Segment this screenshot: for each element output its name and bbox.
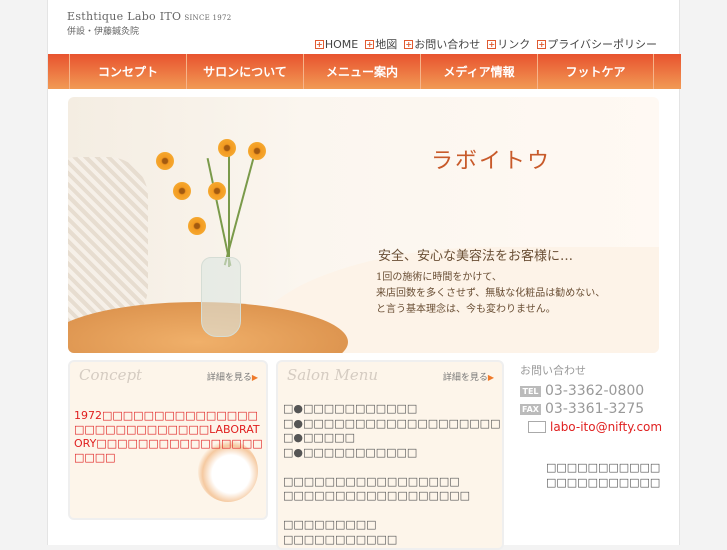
flower-icon	[218, 139, 236, 157]
hero-line: 来店回数を多くさせず、無駄な化粧品は勧めない、	[376, 288, 606, 299]
hero-line: と言う基本理念は、今も変わりません。	[376, 304, 556, 315]
logo-name: Esthtique Labo ITO	[67, 10, 182, 23]
logo-sub: 併設・伊藤鍼灸院	[67, 27, 140, 37]
menu-more-link[interactable]: 詳細を見る▶	[443, 370, 494, 383]
menu-line: □□□□□□□□□□□□□□□□□	[283, 474, 460, 488]
contact-label: お問い合わせ	[520, 364, 586, 377]
nav-media[interactable]: メディア情報	[420, 54, 537, 89]
hero-title: ラボイトウ	[431, 149, 552, 174]
contact-panel: お問い合わせ TEL 03-3362-0800 FAX 03-3361-3275 l…	[520, 362, 670, 490]
flower-icon	[248, 142, 266, 160]
top-link-home[interactable]: + HOME	[314, 36, 358, 52]
concept-heading: Concept	[79, 366, 143, 384]
salon-menu-box: Salon Menu 詳細を見る▶ □●□□□□□□□□□□□ □●□□□□□□…	[276, 360, 504, 550]
envelope-icon	[528, 421, 546, 433]
plus-icon: +	[314, 39, 324, 49]
email-link[interactable]: labo-ito@nifty.com	[550, 420, 662, 434]
flower-icon	[208, 182, 226, 200]
main-nav: コンセプト サロンについて メニュー案内 メディア情報 フットケア	[48, 54, 681, 89]
concept-box: Concept 詳細を見る▶ 1972□□□□□□□□□□□□□□□□□□□□□…	[68, 360, 268, 520]
more-label[interactable]: 詳細を見る	[443, 373, 488, 383]
hero-banner: ラボイトウ 安全、安心な美容法をお客様に… 1回の施術に時間をかけて、 来店回数…	[68, 97, 659, 353]
tel-row: TEL 03-3362-0800	[520, 383, 670, 399]
fax-number: 03-3361-3275	[545, 401, 645, 417]
top-nav: + HOME + 地図 + お問い合わせ + リンク + プライバシーポリシー	[314, 36, 657, 52]
top-link-label[interactable]: お問い合わせ	[414, 36, 480, 52]
arrow-right-icon: ▶	[251, 373, 258, 382]
menu-line: □●□□□□□	[283, 431, 355, 444]
top-link-map[interactable]: + 地図	[365, 36, 397, 52]
nav-salon[interactable]: サロンについて	[186, 54, 303, 89]
menu-line: □□□□□□□□□□□□□□□□□□	[283, 489, 471, 502]
page: Esthtique Labo ITO SINCE 1972 併設・伊藤鍼灸院 + H…	[47, 0, 681, 550]
tel-number: 03-3362-0800	[545, 383, 645, 399]
tel-badge: TEL	[520, 385, 541, 397]
menu-line: □●□□□□□□□□□□□□□□□□□□□	[283, 416, 501, 430]
plus-icon: +	[537, 39, 547, 49]
address: □□□□□□□□□□□ □□□□□□□□□□□	[546, 460, 670, 490]
email-row: labo-ito@nifty.com	[528, 420, 670, 434]
nav-concept[interactable]: コンセプト	[69, 54, 186, 89]
top-link-contact[interactable]: + お問い合わせ	[404, 36, 480, 52]
nav-menu[interactable]: メニュー案内	[303, 54, 420, 89]
menu-line: □●□□□□□□□□□□□	[283, 402, 418, 415]
flower-icon	[188, 217, 206, 235]
vase-image	[201, 257, 241, 337]
menu-heading: Salon Menu	[287, 366, 379, 384]
plus-icon: +	[487, 39, 497, 49]
plus-icon: +	[404, 39, 414, 49]
more-label[interactable]: 詳細を見る	[207, 373, 252, 383]
menu-spacer	[283, 460, 500, 475]
top-link-privacy[interactable]: + プライバシーポリシー	[537, 36, 657, 52]
menu-spacer	[283, 504, 500, 519]
logo[interactable]: Esthtique Labo ITO SINCE 1972 併設・伊藤鍼灸院	[67, 10, 232, 37]
arrow-right-icon: ▶	[487, 373, 494, 382]
top-link-label[interactable]: リンク	[497, 36, 530, 52]
fax-row: FAX 03-3361-3275	[520, 401, 670, 417]
logo-since: SINCE 1972	[184, 14, 232, 22]
top-link-label[interactable]: 地図	[375, 36, 397, 52]
address-line: □□□□□□□□□□□	[546, 461, 661, 474]
wicker-chair-image	[68, 157, 148, 327]
plus-icon: +	[365, 39, 375, 49]
top-link-links[interactable]: + リンク	[487, 36, 530, 52]
menu-line: □□□□□□□□□	[283, 518, 377, 531]
flower-icon	[173, 182, 191, 200]
hero-subtitle: 安全、安心な美容法をお客様に…	[378, 249, 574, 264]
fax-badge: FAX	[520, 403, 541, 415]
top-link-label[interactable]: プライバシーポリシー	[547, 36, 657, 52]
flower-icon	[156, 152, 174, 170]
concept-text: 1972□□□□□□□□□□□□□□□□□□□□□□□□□□□□LABORATO…	[74, 409, 263, 464]
concept-more-link[interactable]: 詳細を見る▶	[207, 370, 258, 383]
hero-body: 1回の施術に時間をかけて、 来店回数を多くさせず、無駄な化粧品は勧めない、 と言…	[376, 270, 605, 318]
hero-line: 1回の施術に時間をかけて、	[376, 272, 502, 283]
menu-text: □●□□□□□□□□□□□ □●□□□□□□□□□□□□□□□□□□□ □●□□…	[283, 402, 500, 547]
address-line: □□□□□□□□□□□	[546, 476, 661, 489]
nav-footcare[interactable]: フットケア	[537, 54, 654, 89]
menu-line: □●□□□□□□□□□□□	[283, 445, 418, 459]
top-link-label[interactable]: HOME	[325, 38, 358, 51]
